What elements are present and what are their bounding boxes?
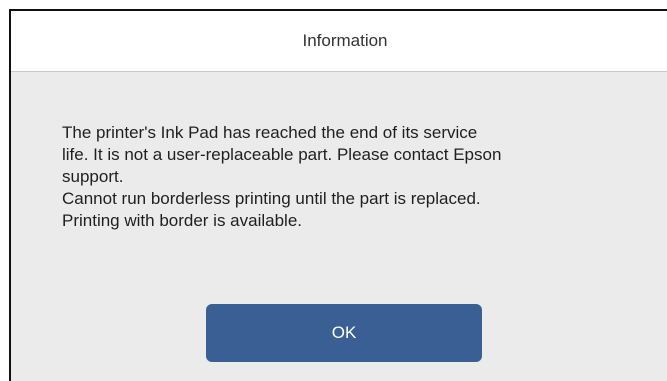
message-line: life. It is not a user-replaceable part.… <box>62 145 502 164</box>
ok-button[interactable]: OK <box>206 304 482 362</box>
message-line: Cannot run borderless printing until the… <box>62 189 481 208</box>
dialog-header: Information <box>11 11 667 72</box>
message-line: Printing with border is available. <box>62 211 303 230</box>
message-line: The printer's Ink Pad has reached the en… <box>62 123 478 142</box>
information-dialog: Information The printer's Ink Pad has re… <box>9 9 667 381</box>
dialog-title: Information <box>302 31 388 50</box>
message-line: support. <box>62 167 124 186</box>
dialog-message: The printer's Ink Pad has reached the en… <box>62 122 652 232</box>
